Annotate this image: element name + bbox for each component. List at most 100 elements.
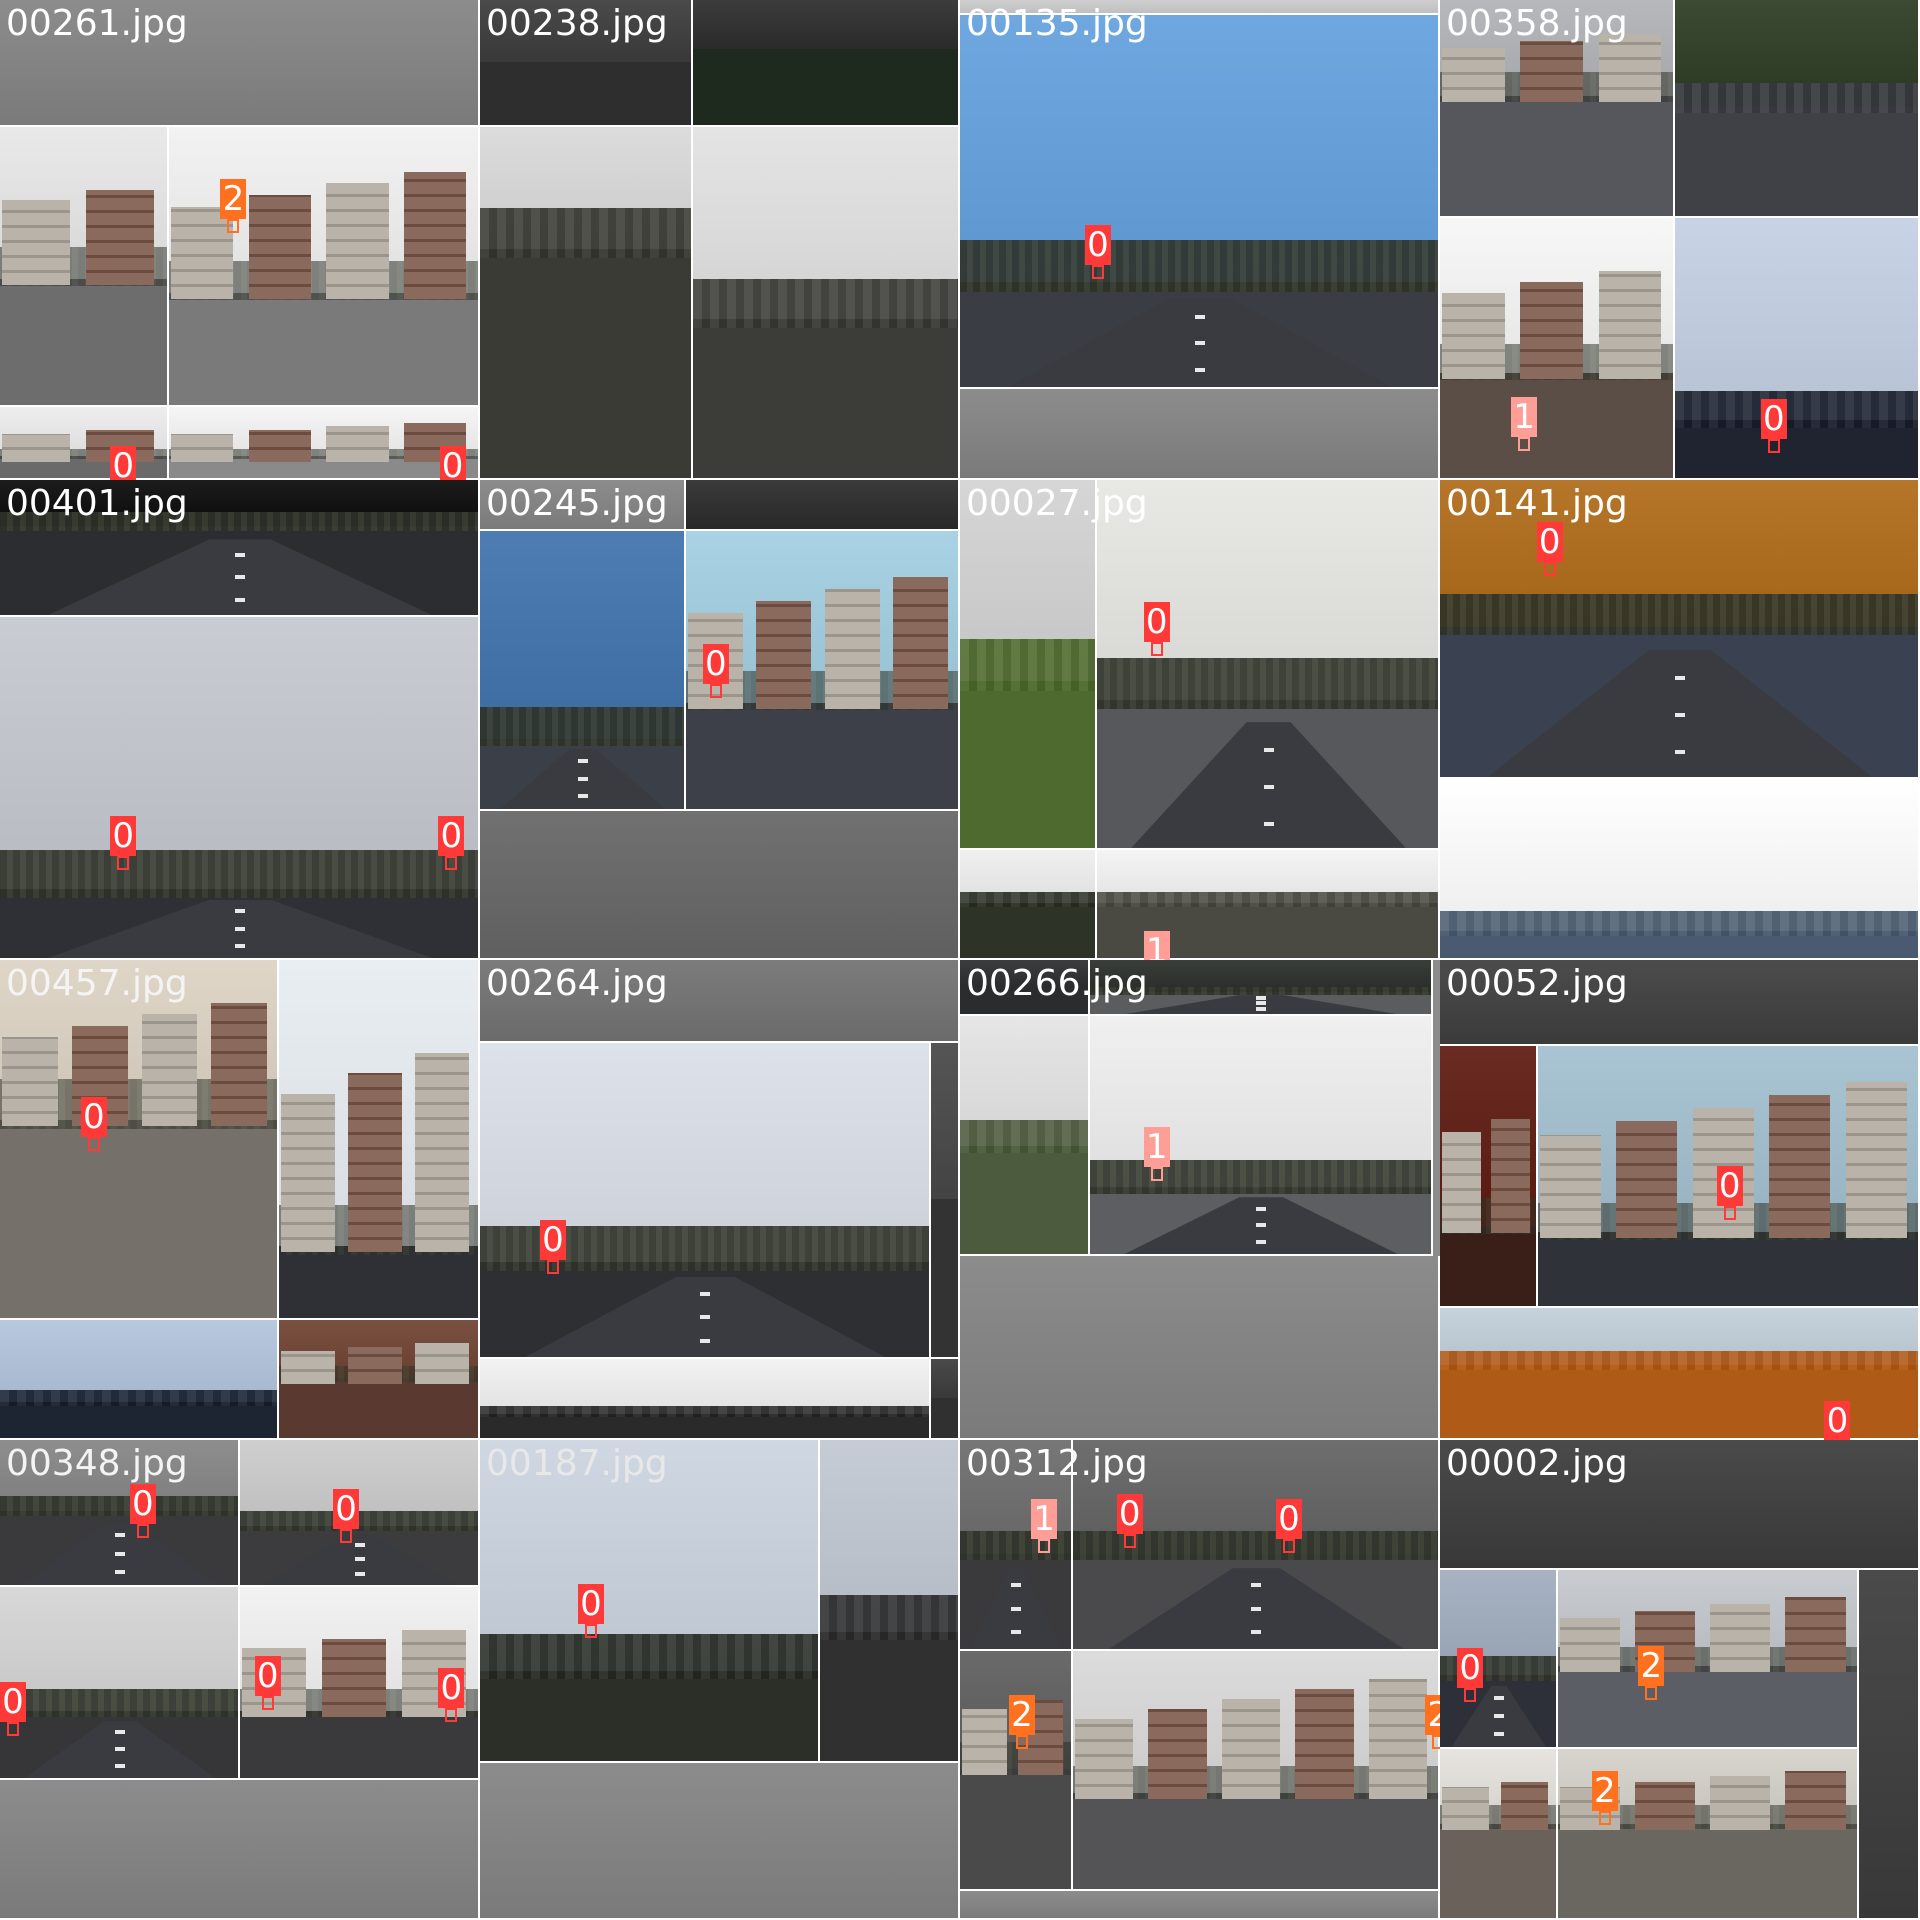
treeline — [960, 239, 1438, 292]
building — [1769, 1094, 1831, 1239]
sky-region — [960, 1256, 1438, 1438]
lane-marking — [1263, 784, 1274, 789]
ground-region — [0, 1120, 278, 1318]
ground-region — [693, 319, 958, 478]
lane-marking — [1011, 1630, 1022, 1635]
building — [2, 1036, 58, 1126]
ground-region — [0, 278, 167, 405]
photo-panel — [279, 1320, 480, 1440]
lane-marking — [235, 926, 245, 931]
building — [1442, 1132, 1482, 1234]
lane-marking — [1256, 1240, 1267, 1245]
detection-box — [709, 684, 722, 699]
detection-box — [1038, 1538, 1051, 1553]
tile-filename: 00261.jpg — [6, 3, 188, 44]
sky-region — [1440, 778, 1918, 933]
detection-box — [87, 1137, 100, 1152]
mosaic-tile: 00348.jpg 0 0 0 0 0 — [0, 1440, 480, 1920]
lane-marking — [1675, 713, 1685, 718]
lane-marking — [235, 943, 245, 948]
tile-photo — [0, 1440, 480, 1920]
building — [1710, 1604, 1771, 1673]
photo-panel — [1858, 1569, 1920, 1920]
detection-class-label: 0 — [1760, 399, 1787, 440]
photo-panel — [1089, 1016, 1433, 1257]
building — [2, 433, 70, 462]
detection-marker: 0 — [1457, 1648, 1484, 1703]
detection-box — [1015, 1734, 1028, 1749]
ground-region — [960, 902, 1096, 958]
photo-panel — [960, 389, 1440, 480]
mosaic-tile: 00027.jpg 0 1 — [960, 480, 1440, 960]
photo-panel — [960, 1256, 1440, 1440]
tile-photo — [480, 1440, 960, 1920]
ground-region — [930, 1199, 958, 1358]
ground-region — [685, 702, 958, 809]
photo-panel — [685, 480, 960, 532]
detection-marker: 1 — [1143, 930, 1170, 960]
building — [415, 1342, 469, 1384]
lane-marking — [235, 909, 245, 914]
building — [2, 200, 70, 285]
treeline — [1097, 891, 1438, 908]
detection-class-label: 0 — [1275, 1498, 1302, 1539]
treeline — [960, 891, 1096, 908]
lane-marking — [115, 1764, 125, 1769]
treeline — [1440, 1351, 1918, 1370]
detection-marker: 0 — [1824, 1400, 1851, 1440]
tile-photo — [480, 480, 960, 960]
treeline — [693, 278, 958, 329]
photo-panel — [1440, 1045, 1538, 1308]
ground-region — [1440, 1227, 1536, 1306]
detection-marker: 0 — [80, 1097, 107, 1152]
detection-marker: 2 — [1591, 1770, 1618, 1825]
lane-marking — [235, 575, 245, 580]
detection-box — [547, 1259, 559, 1274]
lane-marking — [700, 1315, 711, 1320]
tile-filename: 00457.jpg — [6, 963, 188, 1004]
photo-panel — [0, 127, 169, 407]
detection-marker: 0 — [438, 1667, 465, 1722]
ground-region — [279, 1378, 478, 1438]
detection-marker: 0 — [1716, 1165, 1743, 1220]
building — [404, 171, 467, 299]
photo-panel — [693, 127, 960, 480]
detection-class-label: 0 — [110, 445, 137, 480]
photo-panel — [960, 1016, 1090, 1257]
detection-box — [1282, 1538, 1295, 1553]
detection-box — [1518, 436, 1531, 451]
photo-panel — [480, 1359, 931, 1440]
detection-class-label: 2 — [220, 178, 247, 219]
tile-filename: 00245.jpg — [486, 483, 668, 524]
lane-marking — [1251, 1630, 1262, 1635]
ground-region — [960, 1146, 1088, 1255]
building — [1221, 1699, 1281, 1799]
detection-class-label: 0 — [1084, 225, 1111, 266]
tile-filename: 00187.jpg — [486, 1443, 668, 1484]
treeline — [0, 850, 478, 899]
detection-marker: 1 — [1143, 1126, 1170, 1181]
detection-class-label: 0 — [702, 644, 729, 685]
ground-region — [1440, 373, 1674, 478]
detection-class-label: 0 — [0, 1682, 26, 1723]
ground-region — [960, 1768, 1071, 1889]
tile-filename: 00052.jpg — [1446, 963, 1628, 1004]
detection-class-label: 1 — [1031, 1498, 1058, 1539]
lane-marking — [577, 776, 588, 781]
photo-panel — [693, 0, 960, 128]
photo-panel — [960, 1650, 1073, 1891]
detection-marker: 0 — [110, 445, 137, 480]
building — [326, 426, 389, 462]
detection-marker: 0 — [438, 815, 465, 870]
photo-panel — [930, 1043, 960, 1360]
tile-filename: 00312.jpg — [966, 1443, 1148, 1484]
photo-panel — [0, 1586, 240, 1781]
sky-region — [480, 1763, 958, 1918]
building — [1710, 1776, 1771, 1830]
treeline — [1675, 390, 1918, 428]
lane-marking — [115, 1533, 125, 1538]
photo-panel — [0, 406, 169, 480]
ground-region — [1440, 1823, 1556, 1918]
treeline — [480, 1406, 929, 1418]
lane-marking — [577, 794, 588, 799]
